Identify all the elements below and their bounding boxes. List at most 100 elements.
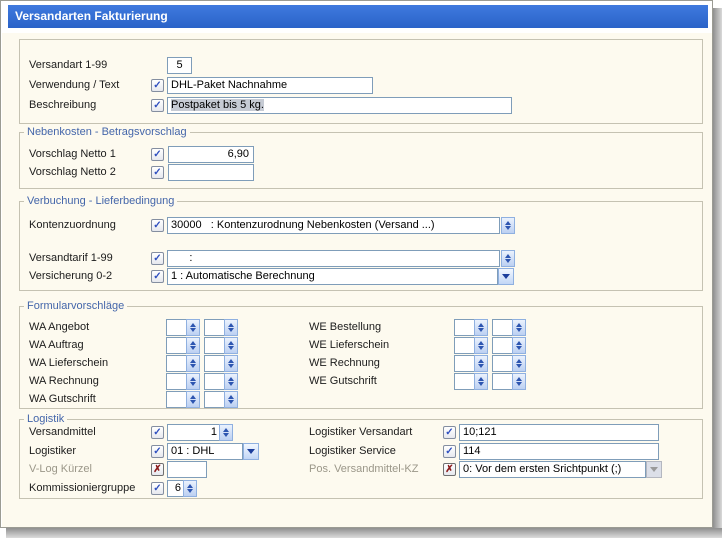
spin-down-icon[interactable] — [228, 364, 234, 368]
versandtarif-input[interactable]: : — [167, 250, 500, 267]
vlog-kuerzel-edit-toggle[interactable]: ✗ — [151, 463, 164, 476]
spin-input[interactable] — [492, 355, 512, 372]
we-bestellung-spin2[interactable] — [492, 319, 526, 336]
netto2-edit-toggle[interactable]: ✓ — [151, 166, 164, 179]
spin-up-icon[interactable] — [187, 484, 193, 488]
spin-down-icon[interactable] — [190, 346, 196, 350]
we-lieferschein-spin1[interactable] — [454, 337, 488, 354]
spin-input[interactable] — [166, 337, 186, 354]
spin-up-icon[interactable] — [223, 428, 229, 432]
wa-rechnung-spin1[interactable] — [166, 373, 200, 390]
spin-up-icon[interactable] — [228, 395, 234, 399]
spin-input[interactable] — [204, 337, 224, 354]
wa-angebot-spin2[interactable] — [204, 319, 238, 336]
kontenzuordnung-edit-toggle[interactable]: ✓ — [151, 219, 164, 232]
spinner-button[interactable] — [186, 373, 200, 390]
logistiker-value[interactable]: 01 : DHL — [167, 443, 243, 460]
pos-versandmittel-kz-dropdown[interactable]: 0: Vor dem ersten Srichtpunkt (;) — [459, 461, 662, 478]
spin-up-icon[interactable] — [190, 341, 196, 345]
wa-lieferschein-spin2[interactable] — [204, 355, 238, 372]
spin-input[interactable] — [492, 319, 512, 336]
dropdown-button[interactable] — [498, 268, 514, 285]
spin-down-icon[interactable] — [190, 382, 196, 386]
kommissioniergruppe-edit-toggle[interactable]: ✓ — [151, 482, 164, 495]
spin-up-icon[interactable] — [228, 377, 234, 381]
spin-up-icon[interactable] — [478, 359, 484, 363]
spin-up-icon[interactable] — [190, 395, 196, 399]
spinner-button[interactable] — [224, 373, 238, 390]
versandmittel-edit-toggle[interactable]: ✓ — [151, 426, 164, 439]
spinner-button[interactable] — [219, 424, 233, 441]
spin-down-icon[interactable] — [478, 382, 484, 386]
wa-lieferschein-spin1[interactable] — [166, 355, 200, 372]
we-bestellung-spin1[interactable] — [454, 319, 488, 336]
spinner-button[interactable] — [224, 319, 238, 336]
spinner-button[interactable] — [512, 355, 526, 372]
spin-down-icon[interactable] — [228, 328, 234, 332]
spin-down-icon[interactable] — [505, 226, 511, 230]
spin-down-icon[interactable] — [478, 328, 484, 332]
beschreibung-edit-toggle[interactable]: ✓ — [151, 99, 164, 112]
wa-auftrag-spin1[interactable] — [166, 337, 200, 354]
spin-input[interactable] — [204, 319, 224, 336]
spin-down-icon[interactable] — [516, 382, 522, 386]
kommissioniergruppe-spinfield[interactable]: 6 — [167, 480, 197, 497]
logistiker-edit-toggle[interactable]: ✓ — [151, 445, 164, 458]
spinner-button[interactable] — [512, 319, 526, 336]
spin-down-icon[interactable] — [228, 400, 234, 404]
spin-input[interactable] — [166, 373, 186, 390]
spin-up-icon[interactable] — [505, 221, 511, 225]
logistiker-versandart-edit-toggle[interactable]: ✓ — [443, 426, 456, 439]
spinner-button[interactable] — [474, 373, 488, 390]
versicherung-value[interactable]: 1 : Automatische Berechnung — [167, 268, 498, 285]
beschreibung-input[interactable]: Postpaket bis 5 kg. — [167, 97, 512, 114]
spin-input[interactable] — [492, 373, 512, 390]
spinner-button[interactable] — [183, 480, 197, 497]
versandmittel-input[interactable]: 1 — [167, 424, 219, 441]
wa-rechnung-spin2[interactable] — [204, 373, 238, 390]
dropdown-button[interactable] — [243, 443, 259, 460]
spin-up-icon[interactable] — [228, 323, 234, 327]
we-gutschrift-spin2[interactable] — [492, 373, 526, 390]
logistiker-service-input[interactable]: 114 — [459, 443, 659, 460]
we-rechnung-spin2[interactable] — [492, 355, 526, 372]
versicherung-edit-toggle[interactable]: ✓ — [151, 270, 164, 283]
we-gutschrift-spin1[interactable] — [454, 373, 488, 390]
verwendung-input[interactable]: DHL-Paket Nachnahme — [167, 77, 373, 94]
spin-input[interactable] — [166, 391, 186, 408]
spin-down-icon[interactable] — [505, 259, 511, 263]
versandart-input[interactable]: 5 — [167, 57, 192, 74]
spin-down-icon[interactable] — [228, 382, 234, 386]
spin-input[interactable] — [204, 373, 224, 390]
spinner-button[interactable] — [501, 250, 515, 267]
wa-gutschrift-spin2[interactable] — [204, 391, 238, 408]
netto1-edit-toggle[interactable]: ✓ — [151, 148, 164, 161]
spin-down-icon[interactable] — [516, 328, 522, 332]
versandtarif-spinner[interactable] — [501, 250, 515, 267]
spin-up-icon[interactable] — [228, 359, 234, 363]
logistiker-dropdown[interactable]: 01 : DHL — [167, 443, 259, 460]
we-lieferschein-spin2[interactable] — [492, 337, 526, 354]
spin-down-icon[interactable] — [223, 433, 229, 437]
spin-input[interactable] — [204, 355, 224, 372]
spinner-button[interactable] — [474, 337, 488, 354]
logistiker-service-edit-toggle[interactable]: ✓ — [443, 445, 456, 458]
wa-angebot-spin1[interactable] — [166, 319, 200, 336]
netto1-input[interactable]: 6,90 — [168, 146, 254, 163]
spin-up-icon[interactable] — [478, 341, 484, 345]
vlog-kuerzel-input[interactable] — [167, 461, 207, 478]
spin-input[interactable] — [454, 355, 474, 372]
wa-auftrag-spin2[interactable] — [204, 337, 238, 354]
kontenzuordnung-input[interactable]: 30000 : Kontenzurodnung Nebenkosten (Ver… — [167, 217, 500, 234]
spin-down-icon[interactable] — [187, 489, 193, 493]
spin-up-icon[interactable] — [190, 359, 196, 363]
spinner-button[interactable] — [512, 337, 526, 354]
spin-up-icon[interactable] — [516, 323, 522, 327]
spinner-button[interactable] — [224, 355, 238, 372]
spinner-button[interactable] — [186, 319, 200, 336]
versandmittel-spinfield[interactable]: 1 — [167, 424, 233, 441]
spin-down-icon[interactable] — [190, 400, 196, 404]
versicherung-dropdown[interactable]: 1 : Automatische Berechnung — [167, 268, 514, 285]
spin-input[interactable] — [492, 337, 512, 354]
spin-down-icon[interactable] — [478, 364, 484, 368]
